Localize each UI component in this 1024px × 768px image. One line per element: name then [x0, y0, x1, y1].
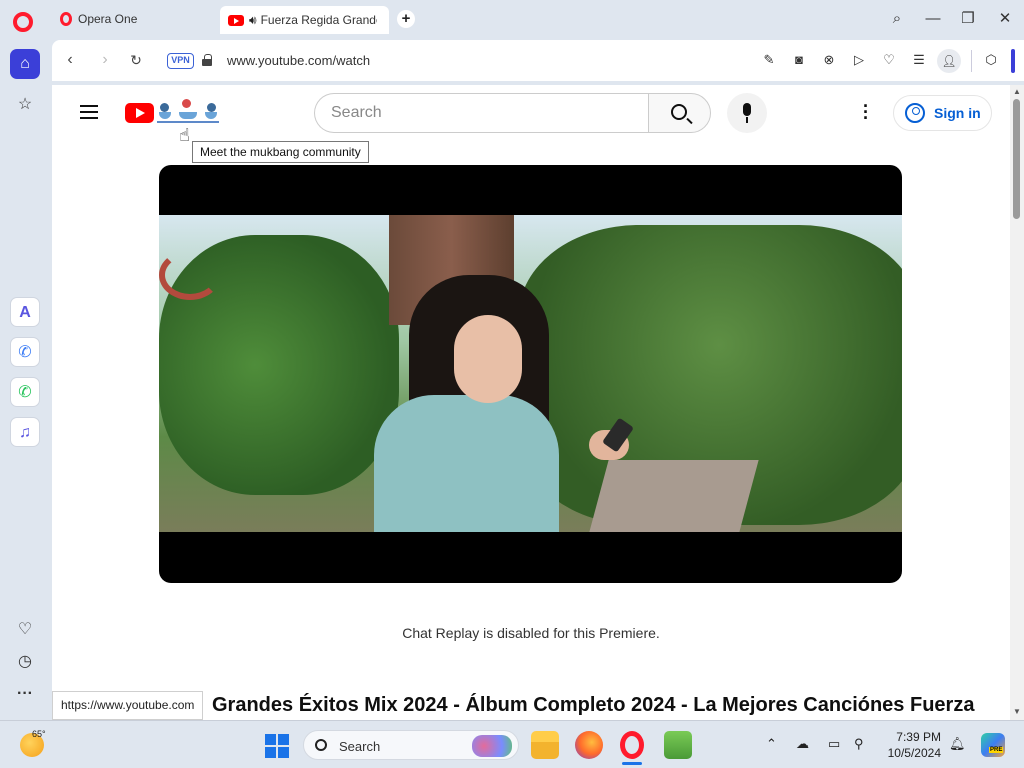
sidebar-toggle[interactable] — [1011, 49, 1015, 73]
chat-replay-notice: Chat Replay is disabled for this Premier… — [402, 625, 660, 641]
edit-icon[interactable]: ✎ — [761, 52, 777, 68]
scroll-thumb[interactable] — [1013, 99, 1020, 219]
opera-taskbar-icon[interactable] — [620, 731, 644, 759]
reload-icon[interactable]: ↻ — [128, 52, 144, 68]
video-frame — [159, 215, 902, 532]
player-icon[interactable]: ▷ — [851, 52, 867, 68]
notepad-icon[interactable] — [664, 731, 692, 759]
sign-in-button[interactable]: Sign in — [893, 95, 992, 131]
menu-icon[interactable] — [80, 105, 98, 119]
tab-strip: Opera One 🔊︎ Fuerza Regida Grandes + ⌕ —… — [0, 0, 1024, 38]
address-bar: ‹ › ↻ VPN www.youtube.com/watch ✎ ◙ ⊗ ▷ … — [52, 40, 1024, 81]
microphone-icon[interactable] — [727, 93, 767, 133]
opera-sidebar: ⌂ ☆ A ✆ ✆ ♫ ♡ ◷ ··· — [0, 38, 50, 720]
video-title: Grandes Éxitos Mix 2024 - Álbum Completo… — [212, 694, 975, 716]
search-placeholder: Search — [331, 104, 382, 121]
copilot-icon[interactable] — [981, 733, 1005, 757]
speaker-icon[interactable]: 🔊︎ — [249, 13, 257, 28]
youtube-page: ☝︎ Meet the mukbang community Search · · ·… — [52, 85, 1010, 720]
opera-favicon-icon — [60, 12, 72, 26]
doodle-logo[interactable] — [157, 99, 219, 123]
taskbar-search-label: Search — [339, 739, 381, 754]
more-icon[interactable]: ··· — [10, 679, 40, 709]
search-icon — [671, 104, 687, 120]
lock-icon[interactable] — [202, 54, 212, 66]
windows-taskbar: 65° Search ⌃ ☁ ▭ ⚲ 7:39 PM 10/5/2024 🔔︎ … — [0, 720, 1024, 768]
tab-youtube-active[interactable]: 🔊︎ Fuerza Regida Grandes — [220, 6, 389, 34]
taskbar-search[interactable]: Search — [303, 730, 519, 760]
url-field[interactable]: www.youtube.com/watch — [227, 53, 370, 68]
pointer-cursor: ☝︎ — [179, 125, 190, 145]
camera-icon[interactable]: ◙ — [791, 52, 807, 68]
vpn-badge[interactable]: VPN — [167, 53, 194, 69]
windows-start-icon[interactable] — [265, 734, 289, 758]
youtube-favicon-icon — [228, 14, 244, 26]
opera-menu-icon[interactable] — [13, 12, 33, 32]
search-input[interactable]: Search — [314, 93, 648, 133]
close-window-icon[interactable]: ✕ — [995, 9, 1015, 29]
star-icon[interactable]: ☆ — [10, 90, 40, 120]
clock-time: 7:39 PM — [896, 730, 941, 744]
scroll-up-icon[interactable]: ▲ — [1011, 87, 1023, 97]
page-scrollbar[interactable]: ▲ ▼ — [1010, 85, 1024, 720]
search-button[interactable] — [648, 93, 711, 133]
divider — [971, 50, 972, 72]
music-icon[interactable]: ♫ — [10, 417, 40, 447]
clock-date: 10/5/2024 — [887, 746, 941, 760]
file-explorer-icon[interactable] — [531, 731, 559, 759]
notification-bell-icon[interactable]: 🔔︎ — [949, 736, 966, 752]
extensions-icon[interactable]: ⬡ — [983, 52, 999, 68]
tab-label: Opera One — [78, 12, 138, 26]
forward-icon[interactable]: › — [97, 52, 113, 68]
link-status-bar: https://www.youtube.com — [52, 691, 204, 720]
minimize-icon[interactable]: — — [923, 9, 943, 29]
messenger-icon[interactable]: ✆ — [10, 337, 40, 367]
chevron-up-icon[interactable]: ⌃ — [766, 736, 777, 752]
network-icon[interactable]: ⚲ — [854, 736, 864, 752]
easy-setup-icon[interactable]: ☰ — [911, 52, 927, 68]
whatsapp-icon[interactable]: ✆ — [10, 377, 40, 407]
settings-more-icon[interactable]: · · · — [863, 97, 869, 127]
system-clock[interactable]: 7:39 PM 10/5/2024 — [883, 729, 941, 761]
search-tabs-icon[interactable]: ⌕ — [887, 9, 907, 29]
display-icon[interactable]: ▭ — [828, 736, 840, 752]
account-icon — [905, 103, 925, 123]
new-tab-button[interactable]: + — [397, 10, 415, 28]
scroll-down-icon[interactable]: ▼ — [1011, 707, 1023, 717]
youtube-logo[interactable] — [125, 103, 154, 123]
history-icon[interactable]: ◷ — [10, 647, 40, 677]
video-player[interactable] — [159, 165, 902, 583]
search-icon — [315, 739, 327, 751]
ad-block-icon[interactable]: ⊗ — [821, 52, 837, 68]
onedrive-icon[interactable]: ☁ — [796, 736, 809, 752]
heart-icon[interactable]: ♡ — [881, 52, 897, 68]
copilot-badge: PRE — [989, 747, 1004, 753]
tab-opera-one[interactable]: Opera One — [52, 6, 212, 32]
aria-icon[interactable]: A — [10, 297, 40, 327]
heart-icon[interactable]: ♡ — [10, 615, 40, 645]
back-icon[interactable]: ‹ — [62, 52, 78, 68]
tab-label: Fuerza Regida Grandes — [260, 13, 377, 27]
doodle-tooltip: Meet the mukbang community — [192, 141, 369, 163]
temperature: 65° — [32, 729, 46, 739]
home-icon[interactable]: ⌂ — [10, 49, 40, 79]
active-app-indicator — [622, 762, 642, 765]
search-highlight-icon — [472, 735, 512, 757]
firefox-icon[interactable] — [575, 731, 603, 759]
profile-icon[interactable]: 👤︎ — [937, 49, 961, 73]
restore-icon[interactable]: ❐ — [958, 9, 978, 29]
